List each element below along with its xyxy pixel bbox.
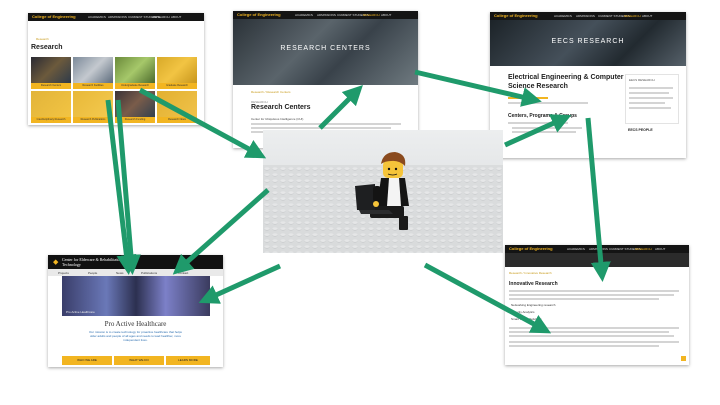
depth-image: Pro Active Healthcare — [62, 276, 210, 316]
tile-research-news[interactable]: Research News — [157, 91, 197, 123]
who-we-are-button[interactable]: WHO WE ARE — [62, 356, 112, 365]
breadcrumb[interactable]: Research — [36, 37, 49, 41]
nav-academics[interactable]: ACADEMICS — [88, 15, 106, 19]
tab-news[interactable]: News — [116, 271, 124, 275]
sidebar-line — [629, 97, 673, 99]
nav-research[interactable]: RESEARCH — [153, 15, 170, 19]
tile-graduate-research[interactable]: Graduate Research — [157, 57, 197, 89]
learn-more-button[interactable]: LEARN MORE — [166, 356, 210, 365]
sidebar-heading: EECS RESEARCH — [629, 78, 655, 82]
sidebar-box: EECS RESEARCH — [625, 74, 679, 124]
breadcrumb[interactable]: Research / Innovative Research — [509, 271, 552, 275]
center-name[interactable]: Center for Ubiquitous Intelligence (CUI) — [251, 117, 303, 121]
sidebar-line — [629, 92, 669, 94]
nav-research[interactable]: RESEARCH — [635, 247, 652, 251]
text-line — [509, 298, 659, 300]
sidebar-line — [629, 87, 673, 89]
text-line — [508, 102, 588, 104]
hero-banner: EECS RESEARCH — [490, 20, 686, 66]
site-title: Center for Eldercare & Rehabilitation Te… — [62, 257, 123, 267]
top-nav: College of Engineering ACADEMICS ADMISSI… — [28, 13, 204, 21]
page-title: Research — [31, 44, 63, 51]
sub-banner — [505, 253, 689, 267]
banner-title: EECS RESEARCH — [551, 38, 625, 45]
tile-research-facilities[interactable]: Research Facilities — [73, 57, 113, 89]
text-line — [512, 131, 576, 133]
section-heading: Centers, Programs & Groups — [508, 113, 577, 119]
tile-interdisciplinary-research[interactable]: Interdisciplinary Research — [31, 91, 71, 123]
college-logo: College of Engineering — [509, 246, 553, 251]
college-logo: College of Engineering — [237, 12, 281, 17]
sidebar-line — [629, 107, 671, 109]
page-title: Innovative Research — [509, 281, 558, 287]
nav-research[interactable]: RESEARCH — [363, 13, 380, 17]
sidebar-line — [629, 102, 665, 104]
tile-undergraduate-research[interactable]: Undergraduate Research — [115, 57, 155, 89]
text-line — [251, 127, 391, 129]
cert-logo-icon: ◆ — [53, 259, 59, 266]
nav-admissions[interactable]: ADMISSIONS — [108, 15, 127, 19]
text-line — [509, 345, 659, 347]
nav-admissions[interactable]: ADMISSIONS — [589, 247, 608, 251]
site-header: ◆ Center for Eldercare & Rehabilitation … — [48, 255, 223, 269]
banner-title: RESEARCH CENTERS — [280, 45, 371, 52]
bullet-3: Smart Health Solutions — [511, 317, 542, 321]
top-nav: College of Engineering ACADEMICS ADMISSI… — [490, 12, 686, 20]
nav-academics[interactable]: ACADEMICS — [554, 14, 572, 18]
page-title: Electrical Engineering & Computer Scienc… — [508, 74, 624, 90]
nav-academics[interactable]: ACADEMICS — [295, 13, 313, 17]
what-we-do-button[interactable]: WHAT WE DO — [114, 356, 164, 365]
tile-research-funding[interactable]: Research Funding — [115, 91, 155, 123]
nav-research[interactable]: RESEARCH — [624, 14, 641, 18]
text-line — [509, 331, 669, 333]
scroll-top-button[interactable] — [681, 356, 686, 361]
sidebar-heading-2: EECS PEOPLE — [628, 128, 653, 132]
text-line — [508, 122, 568, 124]
innovative-research-screenshot[interactable]: College of Engineering ACADEMICS ADMISSI… — [505, 245, 689, 365]
nav-admissions[interactable]: ADMISSIONS — [317, 13, 336, 17]
laptop-screen — [355, 184, 375, 210]
laptop-base — [359, 210, 393, 214]
eecs-research-screenshot[interactable]: College of Engineering ACADEMICS ADMISSI… — [490, 12, 686, 158]
bullet-2: Security Analytics — [511, 310, 535, 314]
page-title: Research Centers — [251, 104, 311, 111]
nav-about[interactable]: ABOUT — [642, 14, 652, 18]
text-line — [509, 327, 679, 329]
text-line — [509, 341, 679, 343]
image-caption: Pro Active Healthcare — [66, 310, 95, 314]
college-logo: College of Engineering — [32, 14, 76, 19]
top-nav: College of Engineering ACADEMICS ADMISSI… — [505, 245, 689, 253]
cert-page-screenshot[interactable]: ◆ Center for Eldercare & Rehabilitation … — [48, 255, 223, 367]
tab-publications[interactable]: Publications — [141, 271, 157, 275]
breadcrumb[interactable]: Research / Research Centers — [251, 90, 291, 94]
section-heading: Pro Active Healthcare — [104, 320, 167, 328]
tab-bar: Projects People News Publications Contac… — [48, 269, 223, 276]
text-line — [512, 127, 582, 129]
research-centers-screenshot[interactable]: College of Engineering ACADEMICS ADMISSI… — [233, 11, 418, 148]
tab-people[interactable]: People — [88, 271, 97, 275]
mission-text: Our mission is to create technology for … — [89, 330, 182, 342]
text-line — [509, 290, 679, 292]
nav-about[interactable]: ABOUT — [655, 247, 665, 251]
nav-about[interactable]: ABOUT — [381, 13, 391, 17]
text-line — [251, 123, 401, 125]
tile-research-publications[interactable]: Research Publications — [73, 91, 113, 123]
highlight-line — [508, 97, 548, 99]
lego-minifigure-with-laptop-image — [263, 130, 503, 253]
nav-about[interactable]: ABOUT — [171, 15, 181, 19]
top-nav: College of Engineering ACADEMICS ADMISSI… — [233, 11, 418, 19]
text-line — [509, 294, 674, 296]
hero-banner: RESEARCH CENTERS — [233, 19, 418, 85]
nav-admissions[interactable]: ADMISSIONS — [576, 14, 595, 18]
college-logo: College of Engineering — [494, 13, 538, 18]
nav-academics[interactable]: ACADEMICS — [567, 247, 585, 251]
research-page-screenshot[interactable]: College of Engineering ACADEMICS ADMISSI… — [28, 13, 204, 125]
bullet-1: Networking Engineering research — [511, 303, 556, 307]
text-line — [509, 335, 674, 337]
tab-projects[interactable]: Projects — [58, 271, 69, 275]
tile-research-centers[interactable]: Research Centers — [31, 57, 71, 89]
tab-contact[interactable]: Contact — [178, 271, 188, 275]
lego-photo — [263, 130, 503, 253]
